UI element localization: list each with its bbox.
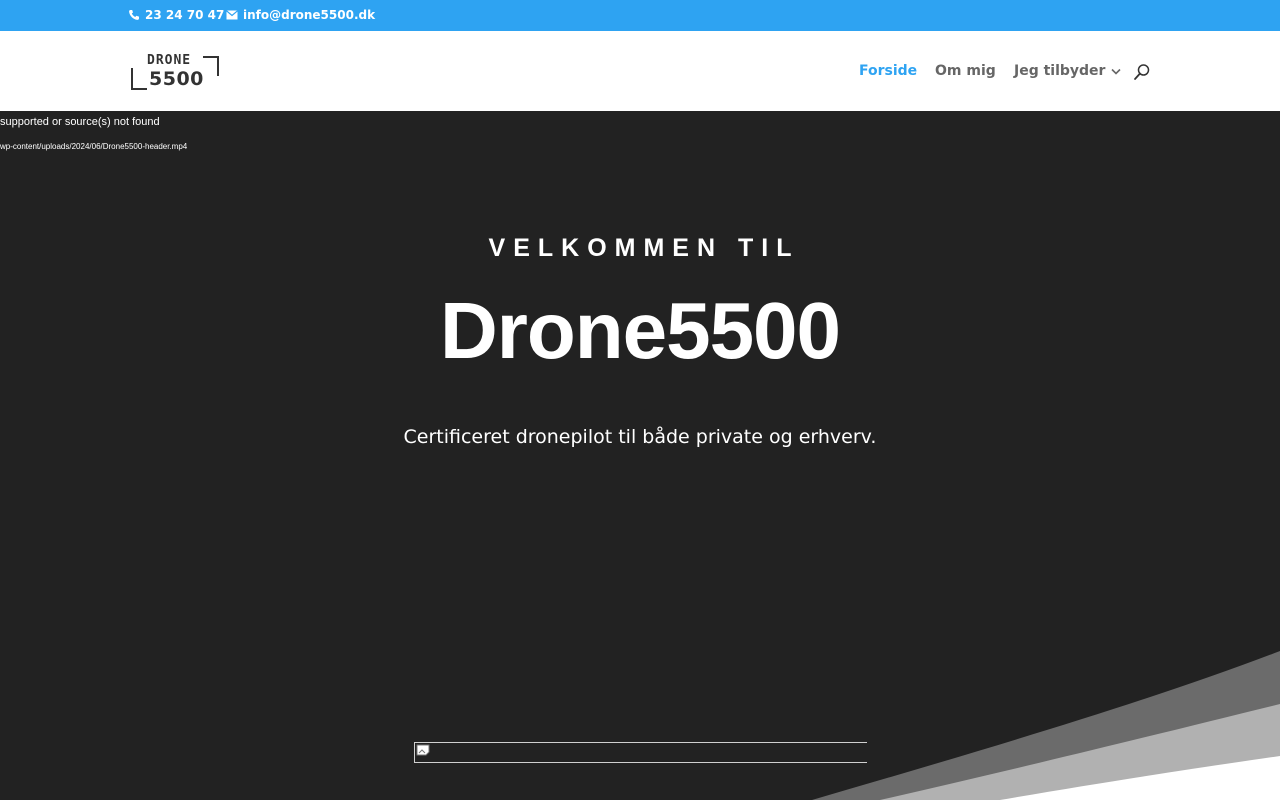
nav-item-jeg-tilbyder[interactable]: Jeg tilbyder <box>1014 62 1122 80</box>
nav-item-label: Jeg tilbyder <box>1014 63 1106 79</box>
hero-kicker: VELKOMMEN TIL <box>488 234 800 262</box>
site-header: DRONE 5500 Forside Om mig Jeg tilbyder <box>0 31 1280 111</box>
hero-subtitle: Certificeret dronepilot til både private… <box>403 426 877 448</box>
broken-image <box>414 742 867 763</box>
envelope-icon <box>226 10 238 20</box>
phone-number: 23 24 70 47 <box>145 8 225 22</box>
hero-title: Drone5500 <box>439 286 841 375</box>
email-address: info@drone5500.dk <box>243 8 376 22</box>
top-bar: 23 24 70 47 info@drone5500.dk <box>0 0 1280 31</box>
phone-icon <box>128 9 140 21</box>
nav-item-om-mig[interactable]: Om mig <box>935 62 996 80</box>
wave-dark-grey <box>812 651 1280 800</box>
main-nav: Forside Om mig Jeg tilbyder <box>0 62 1280 82</box>
chevron-down-icon <box>1111 62 1122 80</box>
hero-section: supported or source(s) not found wp-cont… <box>0 111 1280 800</box>
search-icon[interactable] <box>1133 63 1151 81</box>
wave-light-grey <box>880 704 1280 800</box>
hero-wave-divider <box>812 651 1280 800</box>
broken-image-icon <box>416 744 430 756</box>
email-contact[interactable]: info@drone5500.dk <box>226 8 375 22</box>
video-error-message: supported or source(s) not found <box>0 116 160 128</box>
phone-contact[interactable]: 23 24 70 47 <box>128 8 224 22</box>
wave-white <box>1000 756 1280 800</box>
video-source-path: wp-content/uploads/2024/06/Drone5500-hea… <box>0 142 188 151</box>
nav-item-forside[interactable]: Forside <box>859 62 917 80</box>
